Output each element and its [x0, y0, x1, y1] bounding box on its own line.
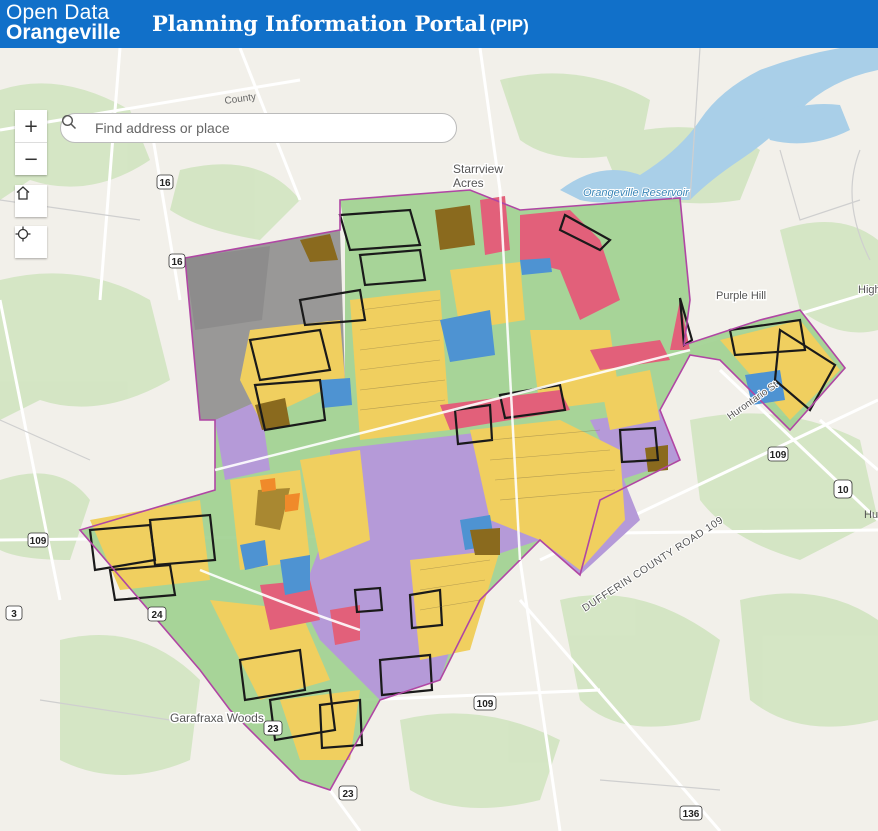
label-hu: Hu [864, 509, 878, 521]
route-shield-109c: 109 [473, 695, 497, 711]
zone-blue [280, 555, 310, 595]
route-shield-24: 24 [147, 606, 167, 622]
route-shield-16a: 16 [156, 174, 174, 190]
shield-text: 16 [171, 257, 183, 268]
zone-rural [185, 246, 270, 330]
label-reservoir: Orangeville Reservoir [583, 187, 690, 199]
label-garafraxa: Garafraxa Woods [170, 711, 264, 725]
zone-orange [260, 478, 276, 492]
shield-text: 109 [770, 450, 787, 461]
shield-text: 3 [11, 609, 17, 620]
zoom-out-button[interactable]: − [15, 142, 47, 175]
logo-line-2: Orangeville [6, 21, 121, 44]
shield-text: 23 [342, 789, 354, 800]
zone-orange [285, 493, 300, 512]
label-purple-hill: Purple Hill [716, 290, 766, 302]
shield-text: 16 [159, 178, 171, 189]
shield-text: 23 [267, 724, 279, 735]
open-data-logo[interactable]: Open Data Orangeville [6, 2, 120, 43]
label-starrview: Starrview [453, 162, 503, 176]
zone-industrial [435, 205, 475, 250]
route-shield-23a: 23 [263, 720, 283, 736]
shield-text: 109 [477, 699, 494, 710]
zoom-in-button[interactable]: + [15, 110, 47, 142]
route-shield-136: 136 [679, 805, 703, 821]
route-shield-10: 10 [833, 479, 853, 499]
map-view[interactable]: 16 16 109 109 109 10 3 23 23 136 24 Star… [0, 48, 878, 831]
shield-text: 10 [837, 485, 849, 496]
basemap-svg: 16 16 109 109 109 10 3 23 23 136 24 Star… [0, 48, 878, 831]
title-subtitle: (PIP) [490, 16, 529, 35]
label-highway: High [858, 284, 878, 296]
search-box[interactable] [60, 113, 457, 143]
zone-residential [600, 370, 660, 430]
shield-text: 136 [683, 809, 700, 820]
zoom-controls: + − [15, 110, 47, 175]
label-acres: Acres [453, 176, 484, 190]
route-shield-109b: 109 [767, 446, 789, 462]
route-shield-16b: 16 [168, 253, 186, 269]
search-input[interactable] [93, 119, 437, 137]
zone-industrial [470, 528, 500, 555]
shield-text: 24 [151, 610, 163, 621]
zone-blue [520, 258, 552, 275]
home-button[interactable] [15, 185, 47, 217]
search-icon [61, 114, 87, 136]
app-header: Open Data Orangeville Planning Informati… [0, 0, 878, 48]
locate-button[interactable] [15, 226, 47, 258]
page-title: Planning Information Portal (PIP) [152, 11, 529, 36]
route-shield-109a: 109 [27, 532, 49, 548]
shield-text: 109 [30, 536, 47, 547]
route-shield-23b: 23 [338, 785, 358, 801]
title-text: Planning Information Portal [152, 11, 487, 36]
forest-patch [740, 593, 878, 727]
zone-blue [240, 540, 268, 570]
route-shield-3: 3 [5, 605, 23, 621]
zone-blue [320, 378, 352, 408]
logo-line-1: Open Data [6, 1, 110, 24]
